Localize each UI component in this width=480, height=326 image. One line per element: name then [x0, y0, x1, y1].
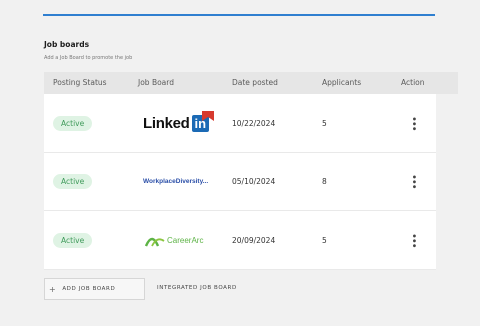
section-subtitle: Add a Job Board to promote the job: [44, 55, 133, 61]
applicants-count: 5: [322, 235, 327, 245]
applicants-count: 8: [322, 177, 327, 186]
workplacediversity-logo-text: WorkplaceDiversity...: [143, 178, 209, 185]
table-header: Posting Status Job Board Date posted App…: [44, 72, 458, 94]
date-posted: 10/22/2024: [232, 118, 276, 128]
status-badge: Active: [53, 232, 93, 248]
add-job-board-label: ADD JOB BOARD: [62, 286, 116, 292]
status-badge: Active: [53, 174, 93, 189]
kebab-menu-icon: •••: [408, 115, 419, 131]
careerarc-logo: CareerArc: [145, 211, 203, 269]
section-title: Job boards: [44, 40, 90, 49]
applicants-count: 5: [322, 118, 327, 128]
job-boards-table: Posting Status Job Board Date posted App…: [44, 72, 458, 270]
linkedin-logo: Linked in: [143, 94, 215, 152]
ribbon-icon: [202, 110, 215, 121]
date-posted: 05/10/2024: [232, 177, 276, 186]
top-divider: [43, 14, 435, 16]
careerarc-logo-text: CareerArc: [167, 235, 204, 245]
table-row: Active CareerArc 20/09/2024 5 •••: [44, 211, 436, 270]
add-job-board-button[interactable]: + ADD JOB BOARD: [44, 278, 145, 300]
workplacediversity-logo: WorkplaceDiversity...: [143, 153, 208, 211]
header-posting-status: Posting Status: [53, 78, 107, 87]
table-row: Active WorkplaceDiversity... 05/10/2024 …: [44, 152, 436, 211]
careerarc-arc-icon: [145, 237, 165, 247]
kebab-menu-icon: •••: [408, 232, 419, 248]
header-job-board: Job Board: [138, 78, 174, 87]
kebab-menu-icon: •••: [408, 174, 419, 189]
more-actions-button[interactable]: •••: [408, 94, 419, 152]
date-posted: 20/09/2024: [232, 235, 276, 245]
status-badge: Active: [53, 115, 93, 131]
header-date-posted: Date posted: [232, 78, 278, 87]
linkedin-logo-text: Linked: [143, 114, 190, 132]
linkedin-in-box: in: [191, 110, 215, 132]
integrated-job-board-button[interactable]: INTEGRATED JOB BOARD: [157, 285, 237, 291]
header-applicants: Applicants: [322, 78, 362, 87]
plus-icon: +: [49, 284, 57, 294]
more-actions-button[interactable]: •••: [408, 211, 419, 269]
table-row: Active Linked in 10/22/2024 5 •••: [44, 94, 436, 153]
more-actions-button[interactable]: •••: [408, 153, 419, 211]
header-action: Action: [401, 78, 425, 87]
